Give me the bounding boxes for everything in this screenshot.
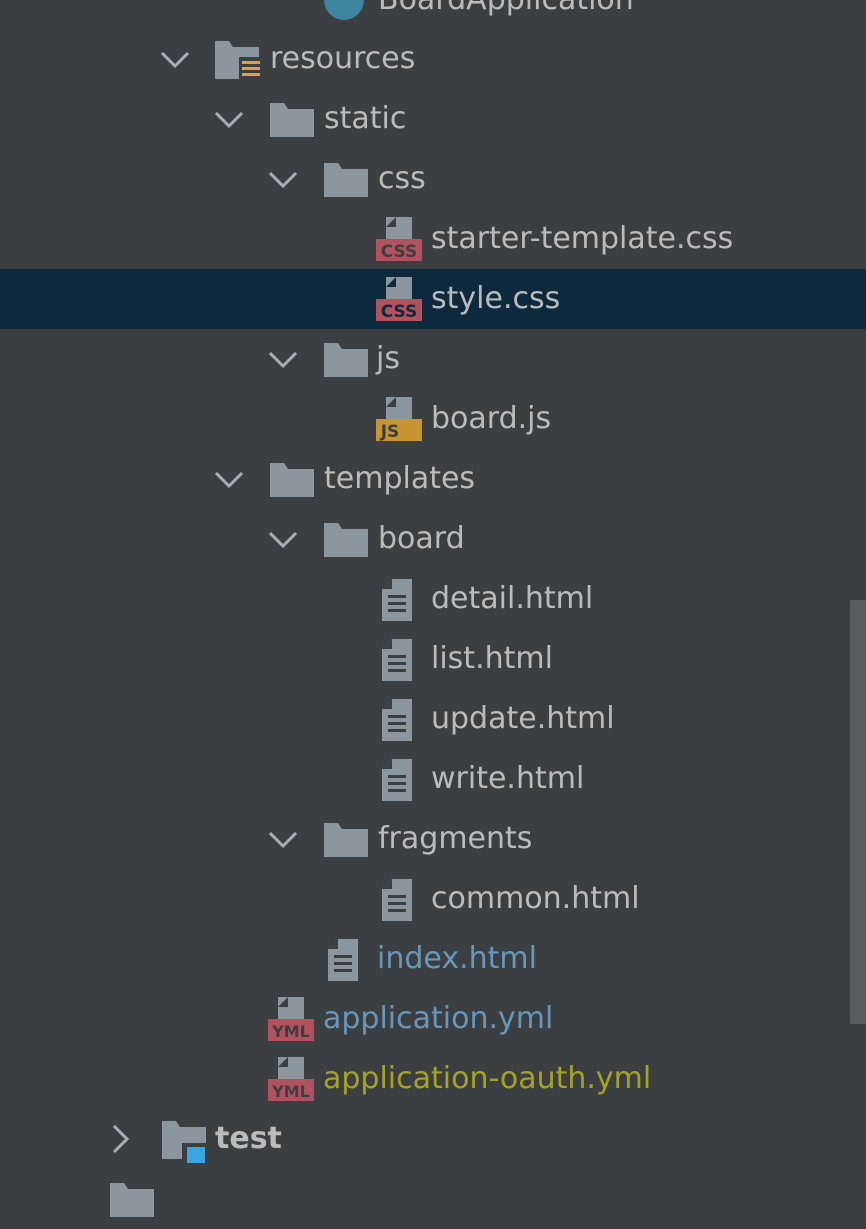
- yml-file-icon: YML: [268, 1057, 316, 1101]
- tree-item-label: BoardApplication: [378, 0, 634, 30]
- svg-text:CSS: CSS: [381, 242, 418, 262]
- tree-item-static[interactable]: static: [0, 89, 866, 149]
- tree-item-templates[interactable]: templates: [0, 449, 866, 509]
- tree-item-label: application-oauth.yml: [323, 1061, 652, 1096]
- html-file-icon: [380, 577, 428, 621]
- html-file-icon: [380, 877, 428, 921]
- svg-text:JS: JS: [380, 422, 400, 442]
- chevron-down-icon[interactable]: [214, 104, 244, 134]
- svg-text:YML: YML: [271, 1022, 310, 1041]
- tree-item-application-yml[interactable]: YML application.yml: [0, 989, 866, 1049]
- resources-folder-icon: [213, 37, 261, 81]
- tree-item-label: resources: [270, 41, 416, 76]
- html-file-icon: [326, 937, 374, 981]
- tree-item-label: fragments: [378, 821, 533, 856]
- tree-item-label: starter-template.css: [431, 221, 734, 256]
- chevron-down-icon[interactable]: [268, 824, 298, 854]
- tree-item-label: static: [324, 101, 407, 136]
- chevron-down-icon[interactable]: [160, 44, 190, 74]
- tree-item-style-css[interactable]: CSS style.css: [0, 269, 866, 329]
- project-tree[interactable]: BoardApplication resources static: [0, 0, 866, 1217]
- html-file-icon: [380, 637, 428, 681]
- js-file-icon: JS: [376, 397, 424, 442]
- test-folder-icon: [160, 1117, 208, 1163]
- chevron-down-icon[interactable]: [268, 344, 298, 374]
- tree-item-fragments[interactable]: fragments: [0, 809, 866, 869]
- tree-item-label: board: [378, 521, 465, 556]
- yml-file-icon: YML: [268, 997, 316, 1041]
- tree-item-label: index.html: [377, 941, 537, 976]
- tree-item-label: js: [376, 341, 400, 376]
- java-class-icon: [322, 0, 370, 22]
- tree-item-label: templates: [324, 461, 476, 496]
- tree-item-application-oauth-yml[interactable]: YML application-oauth.yml: [0, 1049, 866, 1109]
- tree-item-partial: [0, 1169, 866, 1229]
- tree-item-boardapplication[interactable]: BoardApplication: [0, 0, 866, 30]
- tree-item-test[interactable]: test: [0, 1109, 866, 1169]
- tree-item-index-html[interactable]: index.html: [0, 929, 866, 989]
- chevron-down-icon[interactable]: [214, 464, 244, 494]
- tree-item-label: list.html: [431, 641, 553, 676]
- folder-icon: [322, 337, 370, 381]
- tree-item-update-html[interactable]: update.html: [0, 689, 866, 749]
- tree-item-write-html[interactable]: write.html: [0, 749, 866, 809]
- chevron-down-icon[interactable]: [268, 164, 298, 194]
- tree-item-board-folder[interactable]: board: [0, 509, 866, 569]
- chevron-down-icon[interactable]: [268, 524, 298, 554]
- tree-item-common-html[interactable]: common.html: [0, 869, 866, 929]
- tree-item-board-js[interactable]: JS board.js: [0, 389, 866, 449]
- chevron-right-icon[interactable]: [105, 1124, 135, 1154]
- folder-icon: [268, 457, 316, 501]
- folder-icon: [268, 97, 316, 141]
- tree-item-label: common.html: [431, 881, 640, 916]
- css-file-icon: CSS: [376, 217, 424, 262]
- tree-item-label: update.html: [431, 701, 615, 736]
- tree-item-detail-html[interactable]: detail.html: [0, 569, 866, 629]
- tree-item-label: board.js: [431, 401, 552, 436]
- vertical-scrollbar[interactable]: [850, 600, 866, 1024]
- tree-item-label: style.css: [431, 281, 561, 316]
- svg-text:CSS: CSS: [381, 302, 418, 322]
- html-file-icon: [380, 757, 428, 801]
- html-file-icon: [380, 697, 428, 741]
- tree-item-label: application.yml: [323, 1001, 554, 1036]
- tree-item-label: test: [215, 1121, 282, 1156]
- tree-item-label: detail.html: [431, 581, 594, 616]
- tree-item-label: write.html: [431, 761, 585, 796]
- tree-item-starter-template-css[interactable]: CSS starter-template.css: [0, 209, 866, 269]
- folder-icon: [108, 1177, 156, 1221]
- folder-icon: [322, 517, 370, 561]
- tree-item-label: css: [378, 161, 426, 196]
- css-file-icon: CSS: [376, 277, 424, 322]
- tree-item-js-folder[interactable]: js: [0, 329, 866, 389]
- tree-item-css-folder[interactable]: css: [0, 149, 866, 209]
- folder-icon: [322, 157, 370, 201]
- tree-item-list-html[interactable]: list.html: [0, 629, 866, 689]
- tree-item-resources[interactable]: resources: [0, 29, 866, 89]
- folder-icon: [322, 817, 370, 861]
- svg-text:YML: YML: [271, 1082, 310, 1101]
